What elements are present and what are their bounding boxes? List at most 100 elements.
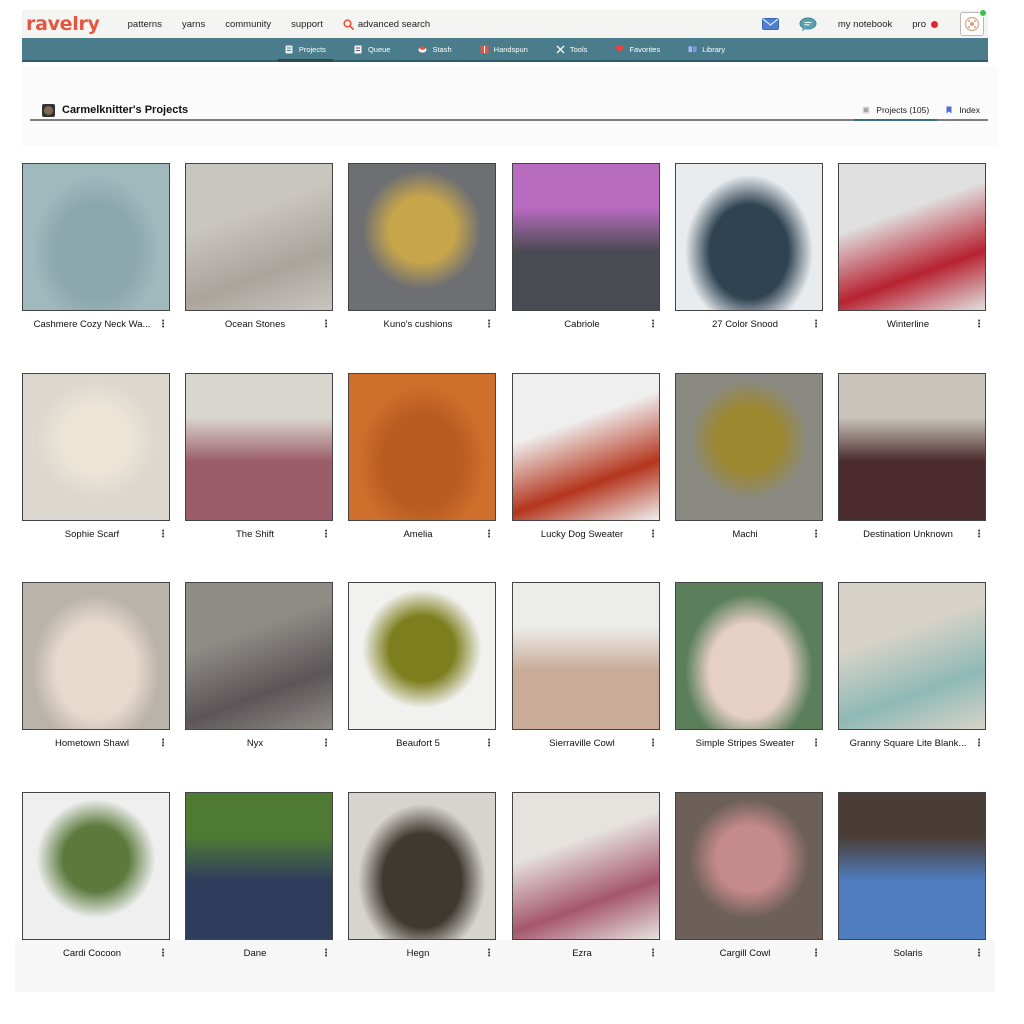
project-thumbnail[interactable] [512,163,660,311]
project-card[interactable]: Dane ⋮ [185,792,333,964]
project-card[interactable]: Cabriole ⋮ [512,163,660,335]
advanced-search-link[interactable]: advanced search [343,19,430,30]
project-thumbnail[interactable] [675,373,823,521]
project-card[interactable]: Hometown Shawl ⋮ [22,582,170,754]
project-name[interactable]: The Shift [185,529,333,540]
kebab-menu-icon[interactable]: ⋮ [158,738,168,752]
project-name[interactable]: Lucky Dog Sweater [512,529,660,540]
project-name[interactable]: 27 Color Snood [675,319,823,330]
project-name[interactable]: Hegn [348,948,496,959]
project-card[interactable]: Cashmere Cozy Neck Wa... ⋮ [22,163,170,335]
project-thumbnail[interactable] [22,163,170,311]
project-card[interactable]: Simple Stripes Sweater ⋮ [675,582,823,754]
project-name[interactable]: Beaufort 5 [348,738,496,749]
project-card[interactable]: Nyx ⋮ [185,582,333,754]
project-card[interactable]: The Shift ⋮ [185,373,333,545]
project-card[interactable]: Destination Unknown ⋮ [838,373,986,545]
kebab-menu-icon[interactable]: ⋮ [158,319,168,333]
project-name[interactable]: Granny Square Lite Blank... [838,738,986,749]
project-thumbnail[interactable] [675,582,823,730]
project-thumbnail[interactable] [185,792,333,940]
kebab-menu-icon[interactable]: ⋮ [974,529,984,543]
project-thumbnail[interactable] [838,792,986,940]
project-card[interactable]: Beaufort 5 ⋮ [348,582,496,754]
ravelry-logo[interactable]: ravelry [26,13,100,35]
tab-handspun[interactable]: Handspun [477,38,531,60]
project-card[interactable]: Sophie Scarf ⋮ [22,373,170,545]
project-thumbnail[interactable] [512,373,660,521]
kebab-menu-icon[interactable]: ⋮ [811,948,821,962]
kebab-menu-icon[interactable]: ⋮ [321,948,331,962]
project-thumbnail[interactable] [22,792,170,940]
kebab-menu-icon[interactable]: ⋮ [321,738,331,752]
project-card[interactable]: Ezra ⋮ [512,792,660,964]
project-name[interactable]: Sophie Scarf [22,529,170,540]
kebab-menu-icon[interactable]: ⋮ [321,319,331,333]
kebab-menu-icon[interactable]: ⋮ [648,529,658,543]
messages-button[interactable] [761,18,779,30]
project-name[interactable]: Winterline [838,319,986,330]
project-thumbnail[interactable] [512,582,660,730]
project-name[interactable]: Cardi Cocoon [22,948,170,959]
project-thumbnail[interactable] [348,792,496,940]
project-name[interactable]: Ezra [512,948,660,959]
project-thumbnail[interactable] [22,582,170,730]
kebab-menu-icon[interactable]: ⋮ [811,319,821,333]
my-notebook-link[interactable]: my notebook [838,19,892,30]
project-name[interactable]: Machi [675,529,823,540]
tab-projects-count[interactable]: Projects (105) [854,101,938,121]
project-card[interactable]: Machi ⋮ [675,373,823,545]
nav-yarns[interactable]: yarns [182,19,205,30]
kebab-menu-icon[interactable]: ⋮ [811,529,821,543]
kebab-menu-icon[interactable]: ⋮ [484,948,494,962]
kebab-menu-icon[interactable]: ⋮ [648,319,658,333]
project-name[interactable]: Destination Unknown [838,529,986,540]
kebab-menu-icon[interactable]: ⋮ [974,738,984,752]
project-card[interactable]: 27 Color Snood ⋮ [675,163,823,335]
pro-link[interactable]: pro [912,19,938,30]
project-card[interactable]: Sierraville Cowl ⋮ [512,582,660,754]
project-thumbnail[interactable] [675,163,823,311]
kebab-menu-icon[interactable]: ⋮ [974,319,984,333]
project-name[interactable]: Kuno's cushions [348,319,496,330]
project-card[interactable]: Hegn ⋮ [348,792,496,964]
tab-favorites[interactable]: Favorites [612,38,663,60]
project-card[interactable]: Cargill Cowl ⋮ [675,792,823,964]
project-name[interactable]: Amelia [348,529,496,540]
kebab-menu-icon[interactable]: ⋮ [158,529,168,543]
user-avatar[interactable] [960,9,987,36]
project-card[interactable]: Lucky Dog Sweater ⋮ [512,373,660,545]
nav-patterns[interactable]: patterns [128,19,162,30]
project-card[interactable]: Amelia ⋮ [348,373,496,545]
project-thumbnail[interactable] [185,163,333,311]
project-thumbnail[interactable] [512,792,660,940]
project-name[interactable]: Ocean Stones [185,319,333,330]
tab-stash[interactable]: Stash [415,38,454,60]
kebab-menu-icon[interactable]: ⋮ [974,948,984,962]
project-thumbnail[interactable] [348,373,496,521]
project-name[interactable]: Solaris [838,948,986,959]
project-name[interactable]: Cashmere Cozy Neck Wa... [22,319,170,330]
kebab-menu-icon[interactable]: ⋮ [648,948,658,962]
project-thumbnail[interactable] [348,582,496,730]
project-name[interactable]: Cargill Cowl [675,948,823,959]
project-name[interactable]: Dane [185,948,333,959]
project-name[interactable]: Nyx [185,738,333,749]
kebab-menu-icon[interactable]: ⋮ [811,738,821,752]
project-card[interactable]: Kuno's cushions ⋮ [348,163,496,335]
project-card[interactable]: Cardi Cocoon ⋮ [22,792,170,964]
kebab-menu-icon[interactable]: ⋮ [484,319,494,333]
project-thumbnail[interactable] [22,373,170,521]
project-card[interactable]: Winterline ⋮ [838,163,986,335]
forums-button[interactable] [799,17,818,32]
tab-tools[interactable]: Tools [553,38,591,60]
project-thumbnail[interactable] [185,582,333,730]
kebab-menu-icon[interactable]: ⋮ [484,529,494,543]
nav-community[interactable]: community [225,19,271,30]
project-card[interactable]: Granny Square Lite Blank... ⋮ [838,582,986,754]
project-thumbnail[interactable] [838,582,986,730]
project-thumbnail[interactable] [838,373,986,521]
project-thumbnail[interactable] [185,373,333,521]
project-card[interactable]: Solaris ⋮ [838,792,986,964]
project-thumbnail[interactable] [838,163,986,311]
